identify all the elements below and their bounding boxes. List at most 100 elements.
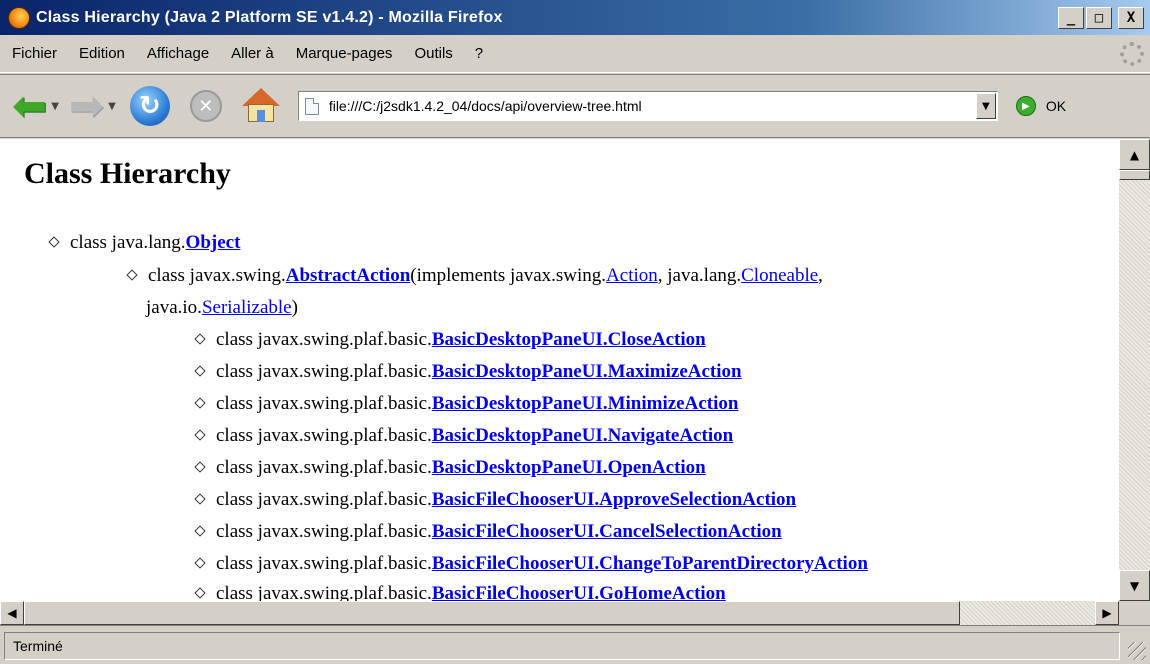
tree-row: class javax.swing.plaf.basic. BasicDeskt… [194,457,706,479]
close-button[interactable]: X [1118,7,1144,29]
bullet-icon [194,587,206,599]
tree-row: class javax.swing.plaf.basic. BasicDeskt… [194,329,706,351]
minimize-button[interactable]: _ [1058,7,1084,29]
class-prefix: java.io. [146,297,202,318]
class-prefix: class javax.swing.plaf.basic. [216,425,432,446]
menu-fichier[interactable]: Fichier [0,45,68,62]
window-title: Class Hierarchy (Java 2 Platform SE v1.4… [36,8,503,26]
class-prefix: class javax.swing.plaf.basic. [216,361,432,382]
menu-outils[interactable]: Outils [403,45,463,62]
bullet-icon [194,525,206,537]
reload-icon[interactable]: ↻ [129,86,170,126]
go-label: OK [1045,98,1067,114]
menu-help[interactable]: ? [464,45,494,62]
class-prefix: class javax.swing.plaf.basic. [216,393,432,414]
menu-bar: Fichier Edition Affichage Aller à Marque… [0,35,1150,73]
class-link[interactable]: BasicDesktopPaneUI.CloseAction [432,329,706,351]
interface-link[interactable]: Cloneable [741,265,818,287]
menu-affichage[interactable]: Affichage [136,45,220,62]
page-icon [304,97,319,115]
back-button[interactable]: ⬅ [0,84,47,128]
tree-row: class javax.swing.plaf.basic. BasicFileC… [194,489,796,511]
class-prefix: class javax.swing.plaf.basic. [216,583,432,601]
menu-marque-pages[interactable]: Marque-pages [285,45,404,62]
scroll-down-icon[interactable]: ▼ [1119,570,1150,601]
scroll-right-icon[interactable]: ▶ [1095,601,1119,625]
class-prefix: class javax.swing.plaf.basic. [216,457,432,478]
page-title: Class Hierarchy [24,157,231,190]
class-prefix: class javax.swing.plaf.basic. [216,489,432,510]
forward-dropdown-icon[interactable]: ▼ [108,101,116,112]
class-link[interactable]: BasicDesktopPaneUI.MaximizeAction [432,361,742,383]
separator-text: , [818,265,823,286]
class-link[interactable]: Object [186,232,241,254]
bullet-icon [194,557,206,569]
bullet-icon [194,461,206,473]
resize-grip-icon[interactable] [1128,642,1146,660]
scroll-up-icon[interactable]: ▲ [1119,139,1150,170]
class-link[interactable]: BasicFileChooserUI.ChangeToParentDirecto… [432,553,868,575]
title-bar[interactable]: Class Hierarchy (Java 2 Platform SE v1.4… [0,0,1150,35]
class-prefix: class javax.swing. [148,265,286,286]
url-dropdown-icon[interactable]: ▼ [975,93,996,119]
menu-aller[interactable]: Aller à [220,45,285,62]
vertical-scroll-thumb[interactable] [1119,170,1150,180]
interface-link[interactable]: Serializable [202,297,292,319]
class-prefix: class javax.swing.plaf.basic. [216,521,432,542]
tree-row: class javax.swing.plaf.basic. BasicFileC… [194,521,782,543]
tree-row: class javax.swing. AbstractAction (imple… [126,265,823,287]
throbber-icon [1120,42,1144,66]
home-door [256,110,265,122]
class-link[interactable]: BasicFileChooserUI.ApproveSelectionActio… [432,489,796,511]
implements-text: (implements javax.swing. [410,265,607,286]
back-arrow-icon: ⬅ [12,81,48,130]
horizontal-scrollbar[interactable]: ◀ ▶ [0,601,1119,625]
window-controls: _ □ X [1058,7,1144,29]
tree-row: class javax.swing.plaf.basic. BasicDeskt… [194,393,739,415]
bullet-icon [48,236,60,248]
go-icon: ▶ [1015,96,1036,116]
class-link[interactable]: BasicDesktopPaneUI.MinimizeAction [432,393,739,415]
tree-row-continuation: java.io. Serializable ) [146,297,298,319]
tree-row: class java.lang. Object [48,232,241,254]
back-dropdown-icon[interactable]: ▼ [51,101,59,112]
menu-edition[interactable]: Edition [68,45,136,62]
tree-row: class javax.swing.plaf.basic. BasicDeskt… [194,361,742,383]
class-prefix: class javax.swing.plaf.basic. [216,553,432,574]
class-link[interactable]: BasicDesktopPaneUI.NavigateAction [432,425,733,447]
content-frame: Class Hierarchy class java.lang. Object … [0,139,1150,625]
tree-row: class javax.swing.plaf.basic. BasicDeskt… [194,425,733,447]
firefox-icon [8,6,30,29]
page-content[interactable]: Class Hierarchy class java.lang. Object … [0,139,1119,601]
vertical-scrollbar[interactable]: ▲ ▼ [1119,139,1150,601]
class-prefix: class java.lang. [70,232,186,253]
bullet-icon [194,333,206,345]
class-link[interactable]: BasicFileChooserUI.CancelSelectionAction [432,521,782,543]
class-link[interactable]: BasicDesktopPaneUI.OpenAction [432,457,706,479]
scrollbar-corner [1119,601,1150,625]
class-link[interactable]: BasicFileChooserUI.GoHomeAction [432,583,726,601]
navigation-toolbar: ⬅ ▼ ➡ ▼ ↻ ✕ file:///C:/j2sdk1.4.2_04/doc… [0,74,1150,138]
maximize-button[interactable]: □ [1086,7,1112,29]
class-link[interactable]: AbstractAction [286,265,411,287]
url-text[interactable]: file:///C:/j2sdk1.4.2_04/docs/api/overvi… [329,98,642,114]
stop-icon[interactable]: ✕ [189,90,222,122]
bullet-icon [126,269,138,281]
interface-link[interactable]: Action [606,265,658,287]
forward-arrow-icon: ➡ [68,81,105,130]
forward-button[interactable]: ➡ [69,84,104,128]
horizontal-scroll-thumb[interactable] [24,601,960,625]
bullet-icon [194,365,206,377]
status-bar: Terminé [0,625,1150,664]
tree-row: class javax.swing.plaf.basic. BasicFileC… [194,553,868,575]
url-bar[interactable]: file:///C:/j2sdk1.4.2_04/docs/api/overvi… [297,91,998,121]
bullet-icon [194,397,206,409]
home-icon[interactable] [240,86,282,126]
go-button[interactable]: ▶ OK [1015,96,1067,116]
bullet-icon [194,493,206,505]
separator-text: ) [291,297,298,318]
status-text: Terminé [4,632,1120,660]
scroll-left-icon[interactable]: ◀ [0,601,24,625]
separator-text: , java.lang. [657,265,742,286]
tree-row: class javax.swing.plaf.basic. BasicFileC… [194,583,726,601]
